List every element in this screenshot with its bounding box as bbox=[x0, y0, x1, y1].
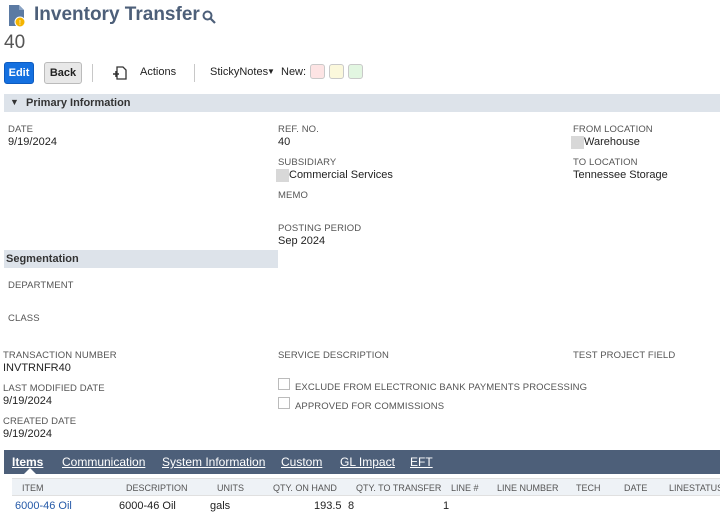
units-cell: gals bbox=[210, 500, 231, 512]
from-location-value: Warehouse bbox=[584, 136, 640, 148]
last-modified-value: 9/19/2024 bbox=[3, 395, 52, 407]
column-header-date[interactable]: DATE bbox=[624, 483, 647, 493]
tab-custom[interactable]: Custom bbox=[281, 455, 322, 469]
posting-period-value: Sep 2024 bbox=[278, 235, 326, 247]
to-location-value: Tennessee Storage bbox=[573, 169, 668, 181]
date-value: 9/19/2024 bbox=[8, 136, 57, 148]
tab-items[interactable]: Items bbox=[12, 455, 43, 469]
toolbar-divider bbox=[92, 64, 93, 82]
new-note-pink-button[interactable] bbox=[310, 64, 325, 79]
page-header: ! Inventory Transfer 40 bbox=[4, 2, 404, 54]
section-title: Primary Information bbox=[26, 97, 131, 109]
column-header-tech[interactable]: TECH bbox=[576, 483, 601, 493]
subsidiary-value: Commercial Services bbox=[289, 169, 393, 181]
created-date-value: 9/19/2024 bbox=[3, 428, 52, 440]
subsidiary-hierarchy-marker bbox=[276, 169, 289, 182]
exclude-bank-payments-label: EXCLUDE FROM ELECTRONIC BANK PAYMENTS PR… bbox=[295, 382, 588, 393]
back-button[interactable]: Back bbox=[44, 62, 82, 84]
class-label: CLASS bbox=[8, 313, 40, 324]
inventory-transfer-icon: ! bbox=[9, 5, 26, 28]
column-header-qty-to-transfer[interactable]: QTY. TO TRANSFER bbox=[356, 483, 441, 493]
column-header-item[interactable]: ITEM bbox=[22, 483, 44, 493]
actions-menu[interactable]: Actions bbox=[140, 66, 176, 78]
ref-no-label: REF. NO. bbox=[278, 124, 319, 135]
column-header-description[interactable]: DESCRIPTION bbox=[126, 483, 188, 493]
edit-button[interactable]: Edit bbox=[4, 62, 34, 84]
caret-down-icon[interactable]: ▼ bbox=[267, 67, 275, 76]
transaction-number-value: INVTRNFR40 bbox=[3, 362, 71, 374]
transaction-number-label: TRANSACTION NUMBER bbox=[3, 350, 117, 361]
record-number: 40 bbox=[4, 32, 26, 53]
items-tab-panel: ITEM DESCRIPTION UNITS QTY. ON HAND QTY.… bbox=[4, 474, 720, 520]
department-label: DEPARTMENT bbox=[8, 280, 74, 291]
last-modified-label: LAST MODIFIED DATE bbox=[3, 383, 105, 394]
posting-period-label: POSTING PERIOD bbox=[278, 223, 362, 234]
toolbar: Edit Back Actions StickyNotes ▼ New: bbox=[4, 62, 720, 86]
section-title: Segmentation bbox=[6, 253, 79, 265]
approved-commissions-checkbox[interactable] bbox=[278, 397, 290, 409]
to-location-label: TO LOCATION bbox=[573, 157, 638, 168]
tab-communication[interactable]: Communication bbox=[62, 455, 145, 469]
ref-no-value: 40 bbox=[278, 136, 291, 148]
tab-gl-impact[interactable]: GL Impact bbox=[340, 455, 395, 469]
memo-label: MEMO bbox=[278, 190, 308, 201]
column-header-line-hash[interactable]: LINE # bbox=[451, 483, 479, 493]
date-label: DATE bbox=[8, 124, 34, 135]
actions-icon[interactable] bbox=[112, 65, 128, 81]
approved-commissions-label: APPROVED FOR COMMISSIONS bbox=[295, 401, 445, 412]
primary-information-header[interactable]: ▼ Primary Information bbox=[4, 94, 720, 112]
location-hierarchy-marker bbox=[571, 136, 584, 149]
tab-eft[interactable]: EFT bbox=[410, 455, 433, 469]
created-date-label: CREATED DATE bbox=[3, 416, 77, 427]
svg-text:!: ! bbox=[19, 20, 21, 27]
item-link[interactable]: 6000-46 Oil bbox=[15, 500, 72, 512]
service-description-label: SERVICE DESCRIPTION bbox=[278, 350, 389, 361]
new-note-yellow-button[interactable] bbox=[329, 64, 344, 79]
test-project-field-label: TEST PROJECT FIELD bbox=[573, 350, 676, 361]
description-cell: 6000-46 Oil bbox=[119, 500, 176, 512]
exclude-bank-payments-checkbox[interactable] bbox=[278, 378, 290, 390]
column-header-linestatus[interactable]: LINESTATUS bbox=[669, 483, 720, 493]
new-note-label: New: bbox=[281, 66, 307, 78]
column-header-line-number[interactable]: LINE NUMBER bbox=[497, 483, 559, 493]
qty-to-transfer-cell: 8 bbox=[348, 500, 355, 512]
segmentation-header: Segmentation bbox=[4, 250, 278, 268]
toolbar-divider bbox=[194, 64, 195, 82]
sticky-notes-menu[interactable]: StickyNotes bbox=[210, 66, 268, 78]
line-hash-cell: 1 bbox=[443, 500, 450, 512]
new-note-green-button[interactable] bbox=[348, 64, 363, 79]
subtab-bar: Items Communication System Information C… bbox=[4, 450, 720, 474]
page-title: Inventory Transfer bbox=[34, 4, 200, 25]
items-table-header: ITEM DESCRIPTION UNITS QTY. ON HAND QTY.… bbox=[12, 478, 720, 496]
from-location-label: FROM LOCATION bbox=[573, 124, 653, 135]
column-header-qty-on-hand[interactable]: QTY. ON HAND bbox=[273, 483, 337, 493]
qty-on-hand-cell: 193.5 bbox=[314, 500, 342, 512]
search-icon[interactable] bbox=[202, 10, 216, 24]
column-header-units[interactable]: UNITS bbox=[217, 483, 244, 493]
collapse-caret-icon[interactable]: ▼ bbox=[10, 97, 19, 107]
subsidiary-label: SUBSIDIARY bbox=[278, 157, 337, 168]
tab-system-information[interactable]: System Information bbox=[162, 455, 265, 469]
